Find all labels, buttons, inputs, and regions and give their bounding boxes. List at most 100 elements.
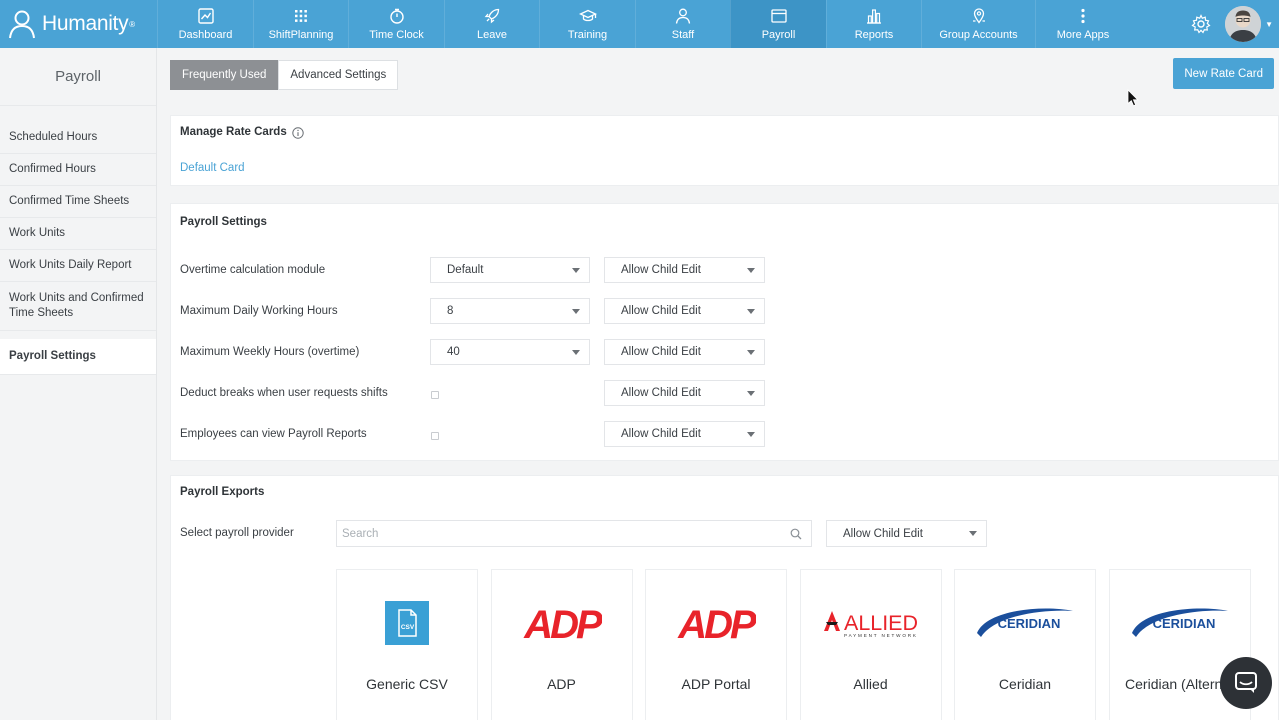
main-nav: Dashboard ShiftPlanning Time Clock Leave… [157, 0, 1130, 48]
user-photo-icon [1225, 6, 1262, 42]
select-value: Allow Child Edit [621, 387, 701, 399]
payroll-settings-title: Payroll Settings [180, 216, 267, 228]
person-icon [675, 8, 691, 24]
setting-label: Employees can view Payroll Reports [180, 428, 367, 440]
search-icon[interactable] [790, 528, 802, 540]
stopwatch-icon [389, 8, 404, 24]
info-icon[interactable] [292, 127, 304, 139]
wallet-icon [770, 9, 787, 23]
select-value: Allow Child Edit [843, 527, 923, 540]
ceridian-logo-text: CERIDIAN [1152, 616, 1215, 631]
sidebar-item-payroll-settings[interactable]: Payroll Settings [0, 339, 156, 375]
rocket-icon [484, 8, 500, 24]
max-weekly-hours-select[interactable]: 40 [430, 339, 590, 365]
select-value: 8 [447, 305, 454, 317]
nav-leave[interactable]: Leave [444, 0, 539, 48]
provider-cards: CSV Generic CSV ADP ADP ADP ADP Portal A… [336, 569, 1263, 720]
setting-label: Maximum Daily Working Hours [180, 305, 338, 317]
caret-down-icon [747, 350, 755, 355]
tab-advanced-settings[interactable]: Advanced Settings [278, 60, 399, 90]
provider-card-adp-portal[interactable]: ADP ADP Portal [645, 569, 787, 720]
caret-down-icon [572, 350, 580, 355]
allied-logo-icon: ALLIEDPAYMENT NETWORK [822, 610, 918, 638]
nav-dashboard[interactable]: Dashboard [157, 0, 253, 48]
permission-select[interactable]: Allow Child Edit [604, 257, 765, 283]
chevron-down-icon[interactable]: ▼ [1265, 20, 1273, 29]
provider-label: Select payroll provider [180, 527, 294, 539]
view-payroll-reports-checkbox[interactable] [431, 432, 439, 440]
provider-name: Generic CSV [366, 676, 448, 692]
graduation-cap-icon [578, 9, 597, 22]
permission-select[interactable]: Allow Child Edit [604, 298, 765, 324]
nav-label: Staff [671, 29, 695, 41]
rate-cards-panel: Manage Rate Cards Default Card [170, 115, 1279, 186]
ceridian-logo-icon: CERIDIAN [977, 608, 1073, 637]
nav-label: Payroll [761, 29, 796, 41]
provider-card-ceridian[interactable]: CERIDIAN Ceridian [954, 569, 1096, 720]
tab-frequently-used[interactable]: Frequently Used [170, 60, 279, 90]
sidebar-item-confirmed-hours[interactable]: Confirmed Hours [0, 154, 156, 186]
new-rate-card-button[interactable]: New Rate Card [1173, 58, 1274, 89]
provider-name: ADP Portal [681, 676, 751, 692]
avatar[interactable] [1225, 6, 1262, 42]
nav-label: Training [567, 29, 608, 41]
dashboard-icon [197, 8, 214, 24]
nav-label: Leave [477, 29, 507, 41]
caret-down-icon [747, 432, 755, 437]
select-value: Allow Child Edit [621, 346, 701, 358]
nav-more-apps[interactable]: More Apps [1035, 0, 1130, 48]
gear-icon[interactable] [1191, 14, 1211, 34]
sidebar-item-work-units-daily-report[interactable]: Work Units Daily Report [0, 250, 156, 282]
sidebar-item-work-units[interactable]: Work Units [0, 218, 156, 250]
caret-down-icon [747, 309, 755, 314]
provider-card-generic-csv[interactable]: CSV Generic CSV [336, 569, 478, 720]
sidebar-item-confirmed-time-sheets[interactable]: Confirmed Time Sheets [0, 186, 156, 218]
caret-down-icon [747, 391, 755, 396]
select-value: Default [447, 264, 484, 276]
nav-shiftplanning[interactable]: ShiftPlanning [253, 0, 348, 48]
select-value: Allow Child Edit [621, 264, 701, 276]
provider-card-adp[interactable]: ADP ADP [490, 569, 633, 720]
select-value: Allow Child Edit [621, 305, 701, 317]
deduct-breaks-checkbox[interactable] [431, 391, 439, 399]
brand[interactable]: Humanity ® [0, 0, 157, 48]
sidebar-list: Scheduled Hours Confirmed Hours Confirme… [0, 106, 156, 375]
provider-search-input[interactable] [342, 527, 782, 540]
caret-down-icon [969, 531, 977, 536]
sidebar-item-scheduled-hours[interactable]: Scheduled Hours [0, 122, 156, 154]
caret-down-icon [572, 268, 580, 273]
payroll-exports-title: Payroll Exports [180, 486, 265, 498]
provider-card-allied[interactable]: ALLIED PAYMENT NETWORK Allied [799, 569, 942, 720]
settings-tabs: Frequently Used Advanced Settings [170, 60, 399, 90]
sidebar-item-work-units-and-confirmed-time-sheets[interactable]: Work Units and Confirmed Time Sheets [0, 282, 156, 331]
nav-label: More Apps [1056, 29, 1110, 41]
nav-reports[interactable]: Reports [826, 0, 921, 48]
export-permission-select[interactable]: Allow Child Edit [826, 520, 987, 547]
chat-button[interactable] [1220, 657, 1272, 709]
nav-time-clock[interactable]: Time Clock [348, 0, 444, 48]
bar-chart-icon [867, 9, 881, 24]
allied-logo-text: ALLIED [844, 612, 918, 635]
nav-training[interactable]: Training [539, 0, 635, 48]
select-value: Allow Child Edit [621, 428, 701, 440]
csv-file-icon: CSV [385, 601, 429, 645]
nav-group-accounts[interactable]: Group Accounts [921, 0, 1035, 48]
adp-logo-text: ADP [523, 603, 602, 643]
main-content: Frequently Used Advanced Settings New Ra… [157, 48, 1279, 720]
sidebar-title: Payroll [0, 48, 156, 106]
nav-label: ShiftPlanning [268, 29, 334, 41]
top-navigation-bar: Humanity ® Dashboard ShiftPlanning Time C… [0, 0, 1279, 48]
provider-name: ADP [547, 676, 576, 692]
nav-staff[interactable]: Staff [635, 0, 730, 48]
provider-search [336, 520, 812, 547]
setting-label: Maximum Weekly Hours (overtime) [180, 346, 360, 358]
card-logo: ALLIED PAYMENT NETWORK [801, 598, 941, 648]
default-card-link[interactable]: Default Card [180, 162, 245, 174]
permission-select[interactable]: Allow Child Edit [604, 421, 765, 447]
permission-select[interactable]: Allow Child Edit [604, 380, 765, 406]
overtime-module-select[interactable]: Default [430, 257, 590, 283]
permission-select[interactable]: Allow Child Edit [604, 339, 765, 365]
more-vertical-icon [1081, 8, 1085, 24]
nav-payroll[interactable]: Payroll [730, 0, 826, 48]
max-daily-hours-select[interactable]: 8 [430, 298, 590, 324]
